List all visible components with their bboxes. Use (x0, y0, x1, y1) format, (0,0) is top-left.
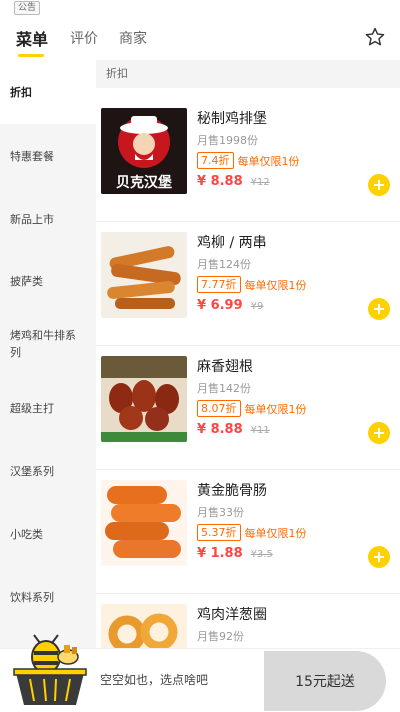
cart-empty-text: 空空如也，选点啥吧 (100, 673, 209, 687)
discount-limit: 每单仅限1份 (244, 526, 307, 540)
original-price: ¥11 (250, 425, 270, 436)
add-to-cart-button[interactable] (368, 174, 390, 196)
cart-bar: 空空如也，选点啥吧 15元起送 (0, 634, 400, 712)
product-sales: 月售92份 (197, 630, 244, 643)
product-name: 秘制鸡排堡 (197, 111, 267, 127)
price-row: ¥ 1.88 ¥3.5 (197, 546, 273, 561)
brand-logo-text: 贝克汉堡 (116, 174, 172, 191)
product-name: 黄金脆骨肠 (197, 483, 267, 499)
product-list: 折扣 贝克汉堡 秘制鸡排堡 月售1998份 7.4折 每单仅限1份 ¥ 8.88… (96, 60, 400, 648)
sidebar-item-label: 披萨类 (10, 274, 43, 288)
product-sales: 月售1998份 (197, 134, 258, 147)
product-item[interactable]: 鸡肉洋葱圈 月售92份 (96, 594, 400, 648)
notice-row: 公告 (0, 0, 400, 18)
sidebar-item-drinks[interactable]: 饮料系列 (0, 566, 96, 628)
min-order-button[interactable]: 15元起送 (264, 651, 386, 711)
sidebar-item-label: 饮料系列 (10, 590, 54, 604)
product-item[interactable]: 麻香翅根 月售142份 8.07折 每单仅限1份 ¥ 8.88 ¥11 (96, 346, 400, 470)
product-image (101, 232, 187, 318)
add-to-cart-button[interactable] (368, 546, 390, 568)
product-image (101, 604, 187, 648)
price-row: ¥ 8.88 ¥12 (197, 174, 270, 189)
original-price: ¥12 (250, 177, 270, 188)
discount-limit: 每单仅限1份 (237, 154, 300, 168)
tab-active-indicator (18, 54, 44, 57)
product-image: 贝克汉堡 (101, 108, 187, 194)
product-image (101, 480, 187, 566)
product-sales: 月售33份 (197, 506, 244, 519)
sidebar-item-label: 小吃类 (10, 527, 43, 541)
sidebar-item-label: 特惠套餐 (10, 149, 54, 163)
notice-badge[interactable]: 公告 (14, 1, 41, 15)
discount-limit: 每单仅限1份 (244, 278, 307, 292)
current-price: ¥ 1.88 (197, 546, 243, 561)
discount-row: 7.4折 每单仅限1份 (197, 152, 300, 169)
product-item[interactable]: 贝克汉堡 秘制鸡排堡 月售1998份 7.4折 每单仅限1份 ¥ 8.88 ¥1… (96, 98, 400, 222)
sidebar-item-label: 新品上市 (10, 212, 54, 226)
tab-bar: 菜单 评价 商家 (0, 18, 400, 60)
sidebar-item-discount[interactable]: 折扣 (0, 60, 96, 124)
add-to-cart-button[interactable] (368, 422, 390, 444)
section-header: 折扣 (96, 60, 400, 88)
discount-badge: 7.4折 (197, 152, 234, 169)
sidebar-item-label: 烤鸡和牛排系列 (10, 329, 76, 359)
sidebar-item-label: 折扣 (10, 85, 32, 99)
tab-menu[interactable]: 菜单 (16, 26, 48, 50)
sidebar-item-combo[interactable]: 特惠套餐 (0, 124, 96, 188)
product-name: 鸡柳 / 两串 (197, 235, 267, 251)
discount-row: 8.07折 每单仅限1份 (197, 400, 307, 417)
sidebar-item-label: 汉堡系列 (10, 464, 54, 478)
product-item[interactable]: 鸡柳 / 两串 月售124份 7.77折 每单仅限1份 ¥ 6.99 ¥9 (96, 222, 400, 346)
current-price: ¥ 8.88 (197, 174, 243, 189)
original-price: ¥3.5 (250, 549, 273, 560)
product-sales: 月售124份 (197, 258, 251, 271)
sidebar-item-burgers[interactable]: 汉堡系列 (0, 440, 96, 502)
original-price: ¥9 (250, 301, 264, 312)
product-sales: 月售142份 (197, 382, 251, 395)
sidebar-item-label: 超级主打 (10, 401, 54, 415)
discount-badge: 8.07折 (197, 400, 241, 417)
discount-limit: 每单仅限1份 (244, 402, 307, 416)
sidebar-item-pizza[interactable]: 披萨类 (0, 250, 96, 312)
discount-row: 7.77折 每单仅限1份 (197, 276, 307, 293)
current-price: ¥ 6.99 (197, 298, 243, 313)
product-name: 麻香翅根 (197, 359, 253, 375)
sidebar-item-signature[interactable]: 超级主打 (0, 376, 96, 440)
sidebar-item-snacks[interactable]: 小吃类 (0, 502, 96, 566)
price-row: ¥ 6.99 ¥9 (197, 298, 263, 313)
category-sidebar: 折扣 特惠套餐 新品上市 披萨类 烤鸡和牛排系列 超级主打 汉堡系列 小吃类 饮… (0, 60, 96, 648)
product-image (101, 356, 187, 442)
product-item[interactable]: 黄金脆骨肠 月售33份 5.37折 每单仅限1份 ¥ 1.88 ¥3.5 (96, 470, 400, 594)
brand-logo-image: 贝克汉堡 (101, 108, 187, 194)
discount-row: 5.37折 每单仅限1份 (197, 524, 307, 541)
add-to-cart-button[interactable] (368, 298, 390, 320)
discount-badge: 5.37折 (197, 524, 241, 541)
tab-reviews[interactable]: 评价 (70, 28, 98, 48)
sidebar-item-chicken-steak[interactable]: 烤鸡和牛排系列 (0, 312, 96, 376)
star-outline-icon[interactable] (364, 26, 386, 48)
bee-basket-mascot-icon[interactable] (10, 633, 90, 709)
sidebar-item-new[interactable]: 新品上市 (0, 188, 96, 250)
tab-merchant[interactable]: 商家 (119, 28, 147, 48)
current-price: ¥ 8.88 (197, 422, 243, 437)
product-name: 鸡肉洋葱圈 (197, 607, 267, 623)
discount-badge: 7.77折 (197, 276, 241, 293)
price-row: ¥ 8.88 ¥11 (197, 422, 270, 437)
